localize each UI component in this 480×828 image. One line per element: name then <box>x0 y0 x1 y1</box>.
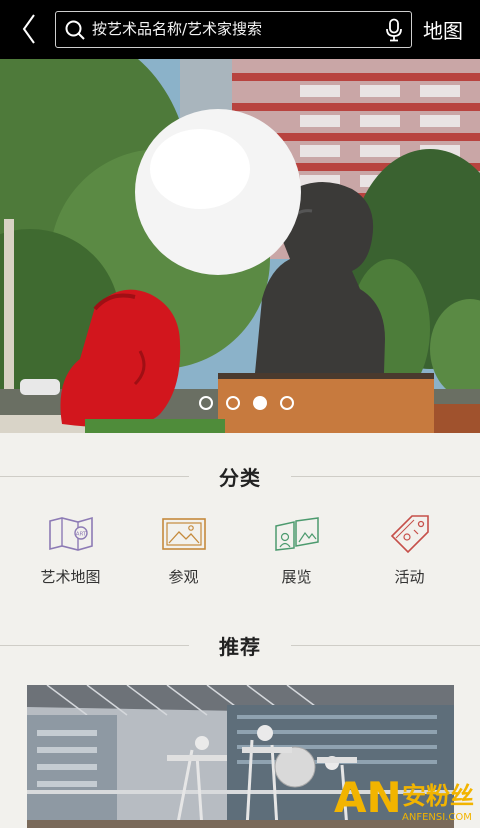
category-label: 参观 <box>168 568 199 586</box>
category-art-map[interactable]: ART 艺术地图 <box>14 512 127 592</box>
watermark-text: ANFENSI.COM <box>402 812 472 823</box>
search-box[interactable] <box>55 11 412 48</box>
watermark-logo: AN 安粉丝 ANFENSI.COM <box>332 768 480 828</box>
divider-line <box>0 644 189 646</box>
picture-frame-icon <box>160 512 208 556</box>
microphone-icon[interactable] <box>385 18 403 42</box>
category-label: 艺术地图 <box>40 568 101 586</box>
exhibition-icon <box>273 512 321 556</box>
carousel-dot[interactable] <box>198 396 213 410</box>
category-visit[interactable]: 参观 <box>127 512 240 592</box>
divider-line <box>291 475 480 477</box>
carousel-indicator <box>0 396 480 410</box>
category-grid: ART 艺术地图 参观 展览 活动 <box>0 512 480 592</box>
carousel-dot-active[interactable] <box>252 396 267 410</box>
divider-line <box>291 644 480 646</box>
recommend-title: 推荐 <box>219 634 261 659</box>
category-label: 活动 <box>394 568 425 586</box>
ticket-tag-icon <box>386 512 434 556</box>
category-activity[interactable]: 活动 <box>353 512 466 592</box>
watermark-text: 安粉丝 <box>402 782 474 810</box>
search-icon <box>65 20 85 40</box>
watermark-text: AN <box>334 773 402 822</box>
search-input[interactable] <box>92 16 372 42</box>
categories-header: 分类 <box>0 461 480 491</box>
category-label: 展览 <box>281 568 312 586</box>
categories-title: 分类 <box>219 465 261 490</box>
art-map-icon: ART <box>47 512 95 556</box>
carousel-dot[interactable] <box>225 396 240 410</box>
carousel-dot[interactable] <box>279 396 294 410</box>
recommend-header: 推荐 <box>0 630 480 660</box>
map-link[interactable]: 地图 <box>423 15 463 44</box>
chevron-left-icon <box>22 14 35 44</box>
svg-text:ART: ART <box>75 532 86 538</box>
banner-image <box>0 59 480 433</box>
back-button[interactable] <box>14 10 44 48</box>
category-exhibition[interactable]: 展览 <box>240 512 353 592</box>
banner-carousel[interactable] <box>0 59 480 433</box>
divider-line <box>0 475 189 477</box>
top-bar: 地图 <box>0 0 480 59</box>
